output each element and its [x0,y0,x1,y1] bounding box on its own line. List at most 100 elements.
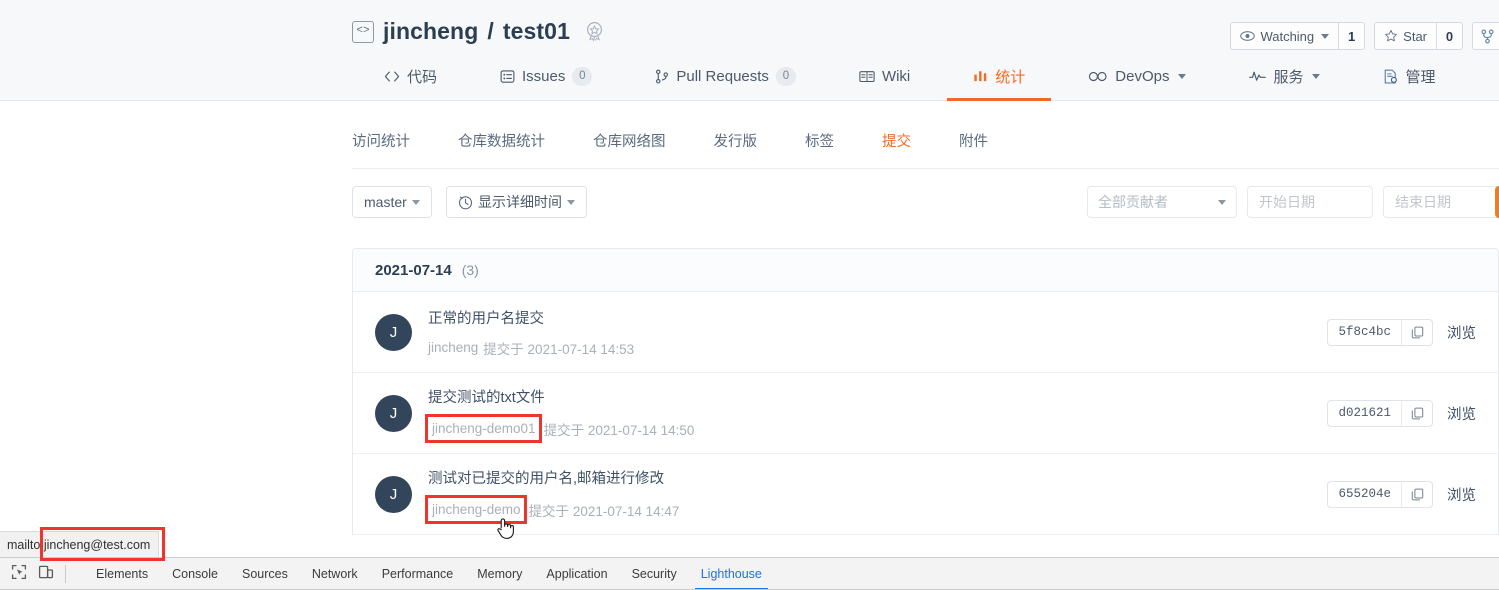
nav-tab-pull-requests[interactable]: Pull Requests 0 [655,61,796,101]
avatar[interactable]: J [375,313,412,351]
nav-tab-issues-count: 0 [572,66,593,86]
devtools-tab-console[interactable]: Console [160,558,230,590]
commit-message[interactable]: 提交测试的txt文件 [428,386,1327,407]
commit-hash-group[interactable]: d021621 [1327,399,1433,427]
commit-message[interactable]: 测试对已提交的用户名,邮箱进行修改 [428,467,1327,488]
copy-icon[interactable] [1402,401,1432,426]
avatar[interactable]: J [375,475,412,513]
commit-hash[interactable]: 5f8c4bc [1328,319,1402,345]
devtools-tab-bar: Elements Console Sources Network Perform… [84,558,774,590]
chevron-down-icon [1312,73,1321,79]
nav-tab-manage[interactable]: 管理 [1383,61,1436,101]
copy-icon[interactable] [1402,482,1432,507]
contributor-filter-select[interactable]: 全部贡献者 [1087,186,1237,218]
branch-selector[interactable]: master [352,186,432,218]
commit-meta: jincheng-demo01 提交于 2021-07-14 14:50 [425,414,1327,443]
table-row[interactable]: J 提交测试的txt文件 jincheng-demo01 提交于 2021-07… [353,373,1498,454]
nav-tab-wiki[interactable]: Wiki [859,61,910,101]
devtools-tab-performance[interactable]: Performance [370,558,466,590]
chevron-down-icon [411,199,420,205]
commit-author[interactable]: jincheng-demo [425,495,527,524]
sub-tab-repo-data-stats[interactable]: 仓库数据统计 [458,130,545,159]
table-row[interactable]: J 测试对已提交的用户名,邮箱进行修改 jincheng-demo 提交于 20… [353,454,1498,535]
devtools-tab-sources[interactable]: Sources [230,558,300,590]
commit-actions: 5f8c4bc 浏览 [1327,318,1476,346]
services-icon [1249,70,1267,82]
devtools-icon-group [0,564,84,585]
browse-link[interactable]: 浏览 [1447,322,1476,343]
commit-hash-group[interactable]: 5f8c4bc [1327,318,1433,346]
sub-tab-attachments[interactable]: 附件 [959,130,988,159]
devtools-tab-elements[interactable]: Elements [84,558,160,590]
start-date-input[interactable]: 开始日期 [1247,186,1373,218]
commit-body: 提交测试的txt文件 jincheng-demo01 提交于 2021-07-1… [425,386,1327,443]
watching-label: Watching [1260,28,1315,44]
copy-icon[interactable] [1402,320,1432,345]
table-row[interactable]: J 正常的用户名提交 jincheng 提交于 2021-07-14 14:53… [353,292,1498,373]
browse-link[interactable]: 浏览 [1447,403,1476,424]
nav-tab-statistics-label: 统计 [995,68,1026,86]
nav-tab-pull-requests-count: 0 [775,66,796,86]
show-detailed-time-label: 显示详细时间 [478,194,562,210]
devtools-tab-security[interactable]: Security [620,558,689,590]
devtools-panel: Elements Console Sources Network Perform… [0,557,1499,590]
repo-project-name[interactable]: test01 [503,18,570,45]
sub-tab-commits[interactable]: 提交 [882,130,911,159]
nav-tab-code-label: 代码 [407,68,438,86]
nav-tab-wiki-label: Wiki [881,67,911,85]
search-button[interactable] [1495,186,1499,218]
code-repo-icon: <> [352,20,374,43]
sub-tab-releases[interactable]: 发行版 [714,130,758,159]
end-date-placeholder: 结束日期 [1395,194,1451,210]
commit-group-date: 2021-07-14 [375,261,452,279]
watching-button-group[interactable]: Watching 1 [1230,22,1366,50]
fork-icon [1481,29,1494,43]
nav-tab-devops-label: DevOps [1115,67,1170,85]
sub-tab-visit-stats[interactable]: 访问统计 [352,130,410,159]
statistics-sub-nav: 访问统计 仓库数据统计 仓库网络图 发行版 标签 提交 附件 [352,130,1036,159]
statistics-icon [973,69,988,83]
commit-author[interactable]: jincheng-demo01 [425,414,542,443]
issues-icon [500,69,515,84]
commit-date-header: 2021-07-14 (3) [353,249,1498,292]
repo-header: <> jincheng / test01 Watching 1 Star 0 代… [0,0,1499,101]
browse-link[interactable]: 浏览 [1447,484,1476,505]
contributor-filter-placeholder: 全部贡献者 [1098,194,1168,210]
devtools-tab-memory[interactable]: Memory [465,558,534,590]
nav-tab-issues[interactable]: Issues 0 [500,61,593,101]
commit-author[interactable]: jincheng [428,340,478,355]
sub-tab-tags[interactable]: 标签 [805,130,834,159]
end-date-input[interactable]: 结束日期 [1383,186,1499,218]
commit-hash[interactable]: 655204e [1328,481,1402,507]
nav-tab-issues-label: Issues [522,67,566,85]
nav-tab-statistics[interactable]: 统计 [947,61,1052,101]
sub-tab-repo-network-graph[interactable]: 仓库网络图 [593,130,666,159]
repo-owner-name[interactable]: jincheng [383,18,478,45]
star-count[interactable]: 0 [1436,22,1463,50]
watching-button[interactable]: Watching [1230,22,1339,50]
chevron-down-icon [1218,199,1226,205]
star-button[interactable]: Star [1374,22,1436,50]
wiki-icon [859,70,875,83]
nav-tab-code[interactable]: 代码 [384,61,437,101]
device-toolbar-icon[interactable] [38,564,54,585]
chevron-down-icon [1178,73,1187,79]
nav-tab-services[interactable]: 服务 [1249,61,1321,101]
show-detailed-time-button[interactable]: 显示详细时间 [446,186,587,218]
commit-timestamp: 提交于 2021-07-14 14:50 [543,422,695,438]
star-button-group[interactable]: Star 0 [1374,22,1463,50]
devtools-tab-network[interactable]: Network [300,558,370,590]
watching-count[interactable]: 1 [1338,22,1366,50]
repo-main-nav: 代码 Issues 0 Pull Requests 0 Wiki 统计 DevO… [0,60,1499,101]
devtools-tab-lighthouse[interactable]: Lighthouse [689,558,774,590]
commit-body: 正常的用户名提交 jincheng 提交于 2021-07-14 14:53 [428,307,1327,358]
avatar[interactable]: J [375,394,412,432]
link-target-status-bar: mailto:jincheng@test.com [0,531,160,557]
devtools-tab-application[interactable]: Application [534,558,619,590]
commit-hash[interactable]: d021621 [1328,400,1402,426]
commit-message[interactable]: 正常的用户名提交 [428,307,1327,328]
fork-button[interactable] [1472,22,1499,50]
inspect-element-icon[interactable] [11,564,27,585]
nav-tab-devops[interactable]: DevOps [1088,61,1187,101]
commit-hash-group[interactable]: 655204e [1327,480,1433,508]
